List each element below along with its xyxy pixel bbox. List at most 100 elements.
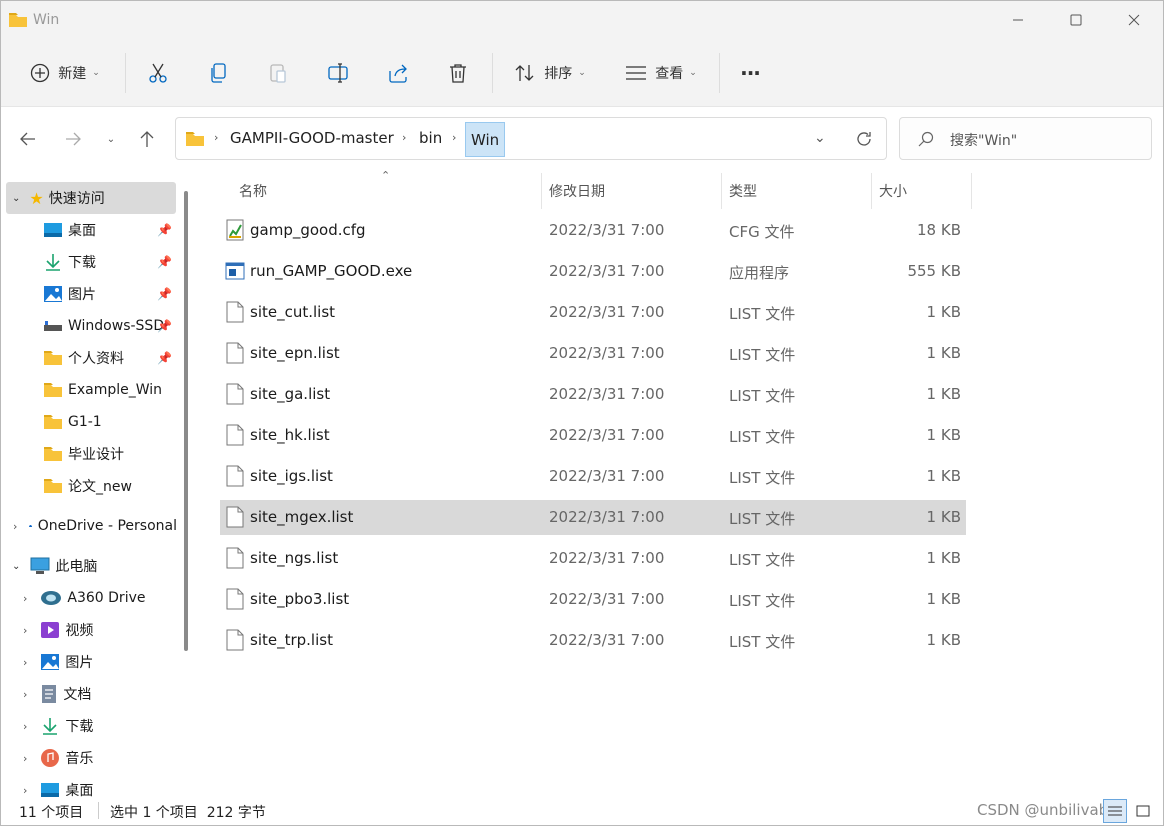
chevron-right-icon: › (23, 783, 28, 797)
pin-icon[interactable]: 📌 (157, 319, 172, 333)
more-button[interactable]: ··· (730, 53, 770, 93)
file-row[interactable]: site_ngs.list 2022/3/31 7:00 LIST 文件 1 KB (220, 541, 966, 576)
sidebar-item[interactable]: › 音乐 (1, 742, 177, 774)
sidebar-item[interactable]: 个人资料 📌 (1, 342, 177, 374)
file-row[interactable]: site_pbo3.list 2022/3/31 7:00 LIST 文件 1 KB (220, 582, 966, 617)
close-button[interactable] (1105, 1, 1163, 39)
toolbar-divider (719, 53, 720, 93)
up-button[interactable] (132, 123, 162, 155)
file-type: LIST 文件 (729, 387, 796, 405)
copy-icon (211, 63, 226, 83)
pictures-icon (43, 285, 63, 303)
recent-locations-button[interactable]: ⌄ (96, 123, 126, 155)
breadcrumb-item[interactable]: bin (419, 129, 442, 147)
sidebar-item[interactable]: 论文_new (1, 470, 177, 502)
sort-button[interactable]: 排序 ⌄ (504, 53, 596, 93)
search-box[interactable]: 搜索"Win" (899, 117, 1152, 160)
refresh-icon[interactable] (855, 130, 873, 148)
forward-button[interactable] (58, 123, 88, 155)
file-row[interactable]: gamp_good.cfg 2022/3/31 7:00 CFG 文件 18 KB (220, 213, 966, 248)
file-row-selected[interactable]: site_mgex.list 2022/3/31 7:00 LIST 文件 1 KB (220, 500, 966, 535)
explorer-window: Win 新建 ⌄ 排序 ⌄ 查看 ⌄ ··· ⌄ › GAMPII-GOOD-m… (0, 0, 1164, 826)
column-header-name[interactable]: 名称 (239, 173, 267, 209)
column-header-size[interactable]: 大小 (879, 173, 907, 209)
breadcrumb-current[interactable]: Win (465, 122, 506, 157)
view-button[interactable]: 查看 ⌄ (615, 53, 707, 93)
column-divider[interactable] (541, 173, 542, 209)
pin-icon[interactable]: 📌 (157, 223, 172, 237)
pin-icon[interactable]: 📌 (157, 255, 172, 269)
minimize-button[interactable] (989, 1, 1047, 39)
sidebar-item[interactable]: 图片 📌 (1, 278, 177, 310)
sidebar-item-quick-access[interactable]: ⌄ ★ 快速访问 (6, 182, 176, 214)
details-view-button[interactable] (1103, 799, 1127, 823)
file-date: 2022/3/31 7:00 (549, 344, 665, 362)
desktop-icon (40, 782, 60, 797)
pictures-icon (40, 653, 60, 671)
paste-button[interactable] (258, 53, 298, 93)
column-divider[interactable] (971, 173, 972, 209)
view-icon (626, 66, 647, 80)
tiles-view-button[interactable] (1131, 799, 1155, 823)
sidebar-item[interactable]: G1-1 (1, 406, 177, 438)
file-size: 1 KB (926, 549, 961, 567)
status-divider (98, 802, 99, 819)
sidebar-item[interactable]: Windows-SSD 📌 (1, 310, 177, 342)
folder-icon (186, 132, 204, 146)
command-bar: 新建 ⌄ 排序 ⌄ 查看 ⌄ ··· (1, 39, 1163, 107)
sidebar-item[interactable]: › 文档 (1, 678, 177, 710)
sidebar-item[interactable]: › 视频 (1, 614, 177, 646)
desktop-icon (43, 222, 63, 238)
column-divider[interactable] (871, 173, 872, 209)
breadcrumb-item[interactable]: GAMPII-GOOD-master (230, 129, 394, 147)
file-row[interactable]: run_GAMP_GOOD.exe 2022/3/31 7:00 应用程序 555 K… (220, 254, 966, 289)
file-row[interactable]: site_trp.list 2022/3/31 7:00 LIST 文件 1 KB (220, 623, 966, 658)
sidebar-item-this-pc[interactable]: ⌄ 此电脑 (1, 550, 177, 582)
navigation-pane: ⌄ ★ 快速访问 桌面 📌 下载 📌 图片 📌 Windows-SSD 📌 个人资料 📌 Examp… (1, 169, 197, 797)
file-row[interactable]: site_epn.list 2022/3/31 7:00 LIST 文件 1 KB (220, 336, 966, 371)
column-header-date[interactable]: 修改日期 (549, 173, 605, 209)
sidebar-item[interactable]: 下载 📌 (1, 246, 177, 278)
file-date: 2022/3/31 7:00 (549, 426, 665, 444)
sidebar-item[interactable]: Example_Win (1, 374, 177, 406)
sidebar-item[interactable]: 毕业设计 (1, 438, 177, 470)
toolbar-divider (125, 53, 126, 93)
sidebar-scrollbar[interactable] (184, 191, 188, 651)
sidebar-item-label: 图片 (65, 655, 94, 671)
sidebar-item-onedrive[interactable]: › OneDrive - Personal (1, 510, 177, 542)
sidebar-item[interactable]: › 图片 (1, 646, 177, 678)
back-button[interactable] (13, 123, 43, 155)
copy-button[interactable] (198, 53, 238, 93)
address-dropdown-icon[interactable]: ⌄ (814, 130, 826, 146)
chevron-down-icon: ⌄ (689, 68, 697, 78)
sidebar-item[interactable]: › A360 Drive (1, 582, 177, 614)
pin-icon[interactable]: 📌 (157, 351, 172, 365)
file-date: 2022/3/31 7:00 (549, 467, 665, 485)
file-row[interactable]: site_igs.list 2022/3/31 7:00 LIST 文件 1 KB (220, 459, 966, 494)
share-button[interactable] (378, 53, 418, 93)
file-row[interactable]: site_cut.list 2022/3/31 7:00 LIST 文件 1 KB (220, 295, 966, 330)
sidebar-item[interactable]: › 下载 (1, 710, 177, 742)
maximize-button[interactable] (1047, 1, 1105, 39)
search-input[interactable]: 搜索"Win" (950, 130, 1017, 150)
address-bar[interactable]: › GAMPII-GOOD-master › bin › Win ⌄ (175, 117, 887, 160)
rename-button[interactable] (318, 53, 358, 93)
pin-icon[interactable]: 📌 (157, 287, 172, 301)
column-divider[interactable] (721, 173, 722, 209)
file-date: 2022/3/31 7:00 (549, 631, 665, 649)
maximize-icon (1070, 14, 1082, 26)
file-name: site_hk.list (250, 426, 330, 444)
download-icon (40, 717, 60, 735)
file-row[interactable]: site_hk.list 2022/3/31 7:00 LIST 文件 1 KB (220, 418, 966, 453)
cut-button[interactable] (138, 53, 178, 93)
download-icon (43, 253, 63, 271)
file-type: LIST 文件 (729, 551, 796, 569)
file-row[interactable]: site_ga.list 2022/3/31 7:00 LIST 文件 1 KB (220, 377, 966, 412)
file-date: 2022/3/31 7:00 (549, 262, 665, 280)
delete-button[interactable] (438, 53, 478, 93)
new-button[interactable]: 新建 ⌄ (19, 53, 111, 93)
column-header-type[interactable]: 类型 (729, 173, 757, 209)
item-count: 11 个项目 (19, 805, 84, 821)
sidebar-item[interactable]: › 桌面 (1, 774, 177, 797)
sidebar-item[interactable]: 桌面 📌 (1, 214, 177, 246)
